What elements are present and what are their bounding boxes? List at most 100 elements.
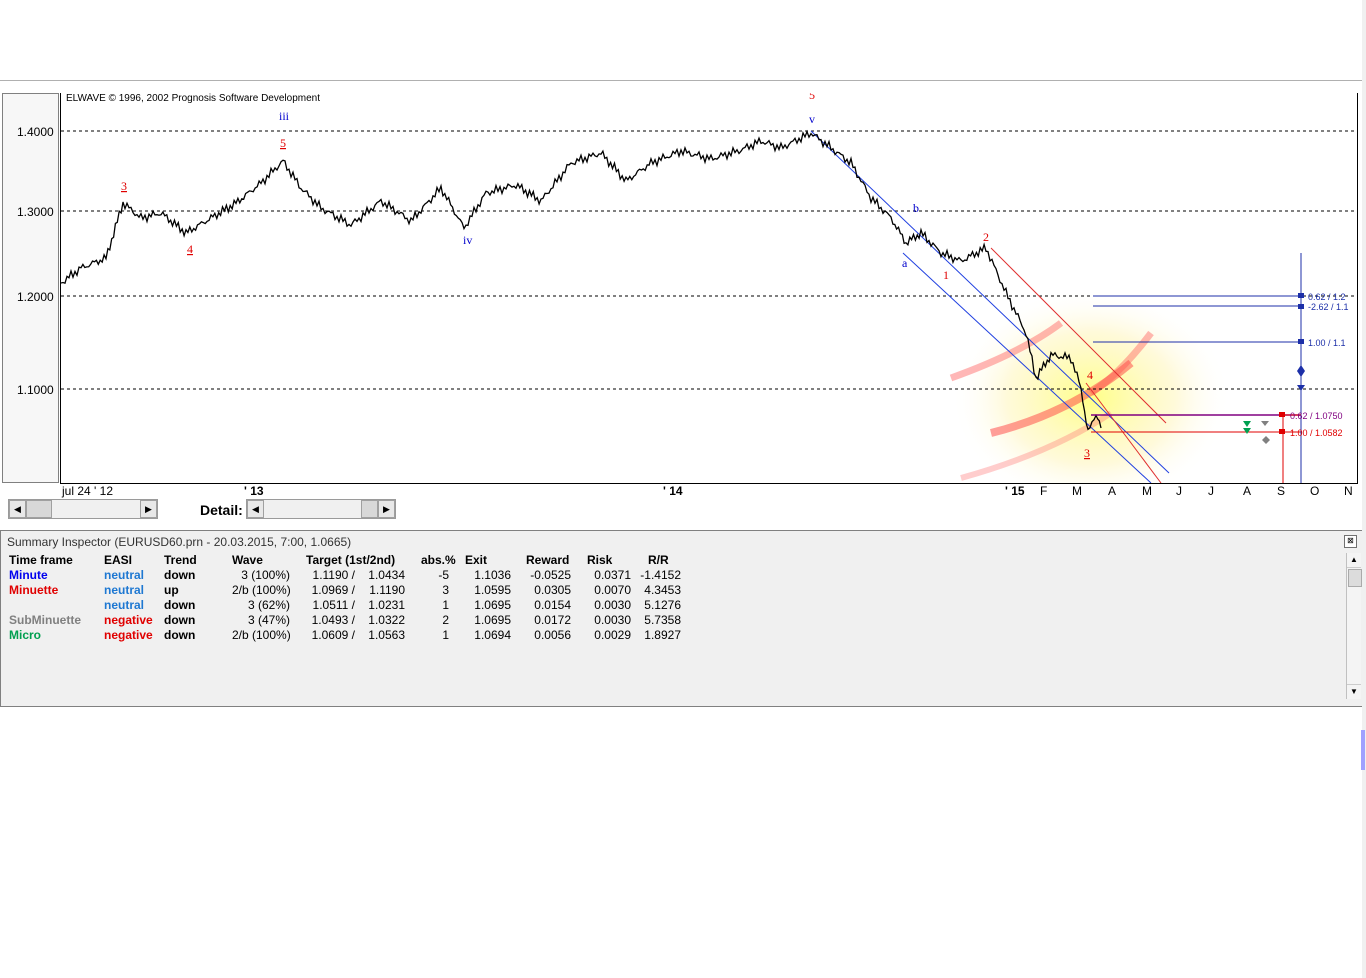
target-label: 1.00 / 1.1 — [1308, 338, 1346, 348]
cell-risk: 0.0030 — [594, 598, 631, 612]
y-tick: 1.2000 — [17, 290, 54, 304]
table-row[interactable]: Micro negative down 2/b (100%) 1.0609 / 1.056… — [3, 628, 703, 643]
table-row[interactable]: Minuette neutral up 2/b (100%) 1.0969 / 1.119… — [3, 583, 703, 598]
diamond-marker — [1262, 436, 1270, 444]
cell-rr: 4.3453 — [644, 583, 681, 597]
cell-risk: 0.0030 — [594, 613, 631, 627]
cell-reward: -0.0525 — [530, 568, 571, 582]
cell-wave: 2/b (100%) — [232, 628, 291, 642]
cell-exit: 1.0695 — [474, 613, 511, 627]
scroll-right-button[interactable]: ▶ — [140, 500, 157, 518]
x-tick: J — [1208, 484, 1214, 498]
window-edge-mark — [1361, 730, 1365, 770]
cell-reward: 0.0172 — [534, 613, 571, 627]
cell-easi: negative — [104, 613, 153, 627]
cell-t1: 1.0493 / — [311, 613, 355, 627]
x-tick: A — [1108, 484, 1117, 498]
target-marker — [1298, 339, 1304, 344]
close-icon[interactable]: ⊠ — [1344, 535, 1357, 548]
header-rr: R/R — [648, 553, 669, 567]
target-marker — [1298, 304, 1304, 309]
header-easi: EASI — [104, 553, 133, 567]
wave-label: 4 — [187, 242, 193, 256]
scroll-thumb[interactable] — [26, 500, 52, 518]
x-tick: M — [1142, 484, 1152, 498]
price-axis-panel: 1.4000 1.3000 1.2000 1.1000 — [2, 93, 59, 483]
y-tick: 1.3000 — [17, 205, 54, 219]
inspector-scrollbar[interactable]: ▲ ▼ — [1346, 553, 1362, 699]
cell-t2: 1.0563 — [368, 628, 405, 642]
cell-reward: 0.0154 — [534, 598, 571, 612]
x-tick: F — [1040, 484, 1048, 498]
header-reward: Reward — [526, 553, 570, 567]
detail-left-button[interactable]: ◀ — [247, 500, 264, 518]
cell-tf: SubMinuette — [9, 613, 81, 627]
cell-t2: 1.0434 — [368, 568, 405, 582]
header-risk: Risk — [587, 553, 613, 567]
cell-abs: 1 — [442, 598, 449, 612]
cell-exit: 1.0595 — [474, 583, 511, 597]
header-wave: Wave — [232, 553, 263, 567]
price-chart[interactable]: 0.62 / 1.2 -2.62 / 1.1 1.00 / 1.1 0.62 /… — [60, 93, 1358, 484]
table-row[interactable]: Minute neutral down 3 (100%) 1.1190 / 1.0434 -… — [3, 568, 703, 583]
x-tick: ' 13 — [244, 484, 264, 498]
header-timeframe: Time frame — [9, 553, 73, 567]
cell-t1: 1.0609 / — [311, 628, 355, 642]
scroll-left-button[interactable]: ◀ — [9, 500, 26, 518]
cell-exit: 1.0695 — [474, 598, 511, 612]
header-abs: abs.% — [421, 553, 456, 567]
x-tick: M — [1072, 484, 1082, 498]
target-marker — [1279, 429, 1285, 434]
cell-rr: -1.4152 — [640, 568, 681, 582]
time-scrollbar[interactable]: ◀ ▶ — [8, 499, 158, 519]
header-trend: Trend — [164, 553, 197, 567]
wave-label: a — [902, 256, 908, 270]
scroll-thumb[interactable] — [1348, 569, 1362, 587]
cell-t2: 1.1190 — [369, 583, 405, 597]
x-tick: A — [1243, 484, 1252, 498]
price-chart-svg: 0.62 / 1.2 -2.62 / 1.1 1.00 / 1.1 0.62 /… — [61, 93, 1357, 483]
wave-label: 3 — [121, 179, 127, 193]
cell-trend: down — [164, 613, 196, 627]
x-tick: S — [1277, 484, 1286, 498]
table-row[interactable]: SubMinuette negative down 3 (47%) 1.0493 / 1.… — [3, 613, 703, 628]
cell-t2: 1.0322 — [368, 613, 405, 627]
table-header: Time frame EASI Trend Wave Target (1st/2… — [3, 553, 703, 568]
cell-risk: 0.0070 — [594, 583, 631, 597]
header-target: Target (1st/2nd) — [306, 553, 396, 567]
x-tick: N — [1344, 484, 1353, 498]
triangle-marker — [1243, 421, 1251, 427]
inspector-table: Time frame EASI Trend Wave Target (1st/2… — [3, 551, 1343, 701]
scroll-up-button[interactable]: ▲ — [1347, 553, 1361, 568]
cell-reward: 0.0056 — [534, 628, 571, 642]
cell-risk: 0.0029 — [594, 628, 631, 642]
x-tick: jul 24 ' 12 — [62, 484, 113, 498]
detail-scrollbar[interactable]: ◀ ▶ — [246, 499, 396, 519]
cell-tf: Minute — [9, 568, 48, 582]
cell-easi: neutral — [104, 598, 145, 612]
scroll-down-button[interactable]: ▼ — [1347, 684, 1361, 699]
cell-wave: 3 (47%) — [247, 613, 290, 627]
table-row[interactable]: neutral down 3 (62%) 1.0511 / 1.0231 1 1.0695 0… — [3, 598, 703, 613]
cell-rr: 5.1276 — [644, 598, 681, 612]
cell-risk: 0.0371 — [594, 568, 631, 582]
x-tick: J — [1176, 484, 1182, 498]
triangle-marker — [1243, 428, 1251, 434]
detail-thumb[interactable] — [361, 500, 378, 518]
inspector-title: Summary Inspector (EURUSD60.prn - 20.03.… — [7, 535, 352, 549]
detail-right-button[interactable]: ▶ — [378, 500, 395, 518]
wave-label: 2 — [983, 230, 989, 244]
target-marker — [1298, 293, 1304, 298]
cell-abs: 2 — [442, 613, 449, 627]
wave-label: 1 — [943, 268, 949, 282]
cell-rr: 5.7358 — [644, 613, 681, 627]
cell-wave: 3 (62%) — [247, 598, 290, 612]
cell-easi: neutral — [104, 583, 145, 597]
detail-label: Detail: — [200, 502, 243, 518]
cell-trend: down — [164, 628, 196, 642]
window-edge — [1362, 0, 1366, 978]
target-marker — [1279, 412, 1285, 417]
target-label: 0.62 / 1.2 — [1308, 292, 1346, 302]
diamond-marker — [1297, 365, 1305, 377]
wave-label: 5 — [280, 136, 286, 150]
